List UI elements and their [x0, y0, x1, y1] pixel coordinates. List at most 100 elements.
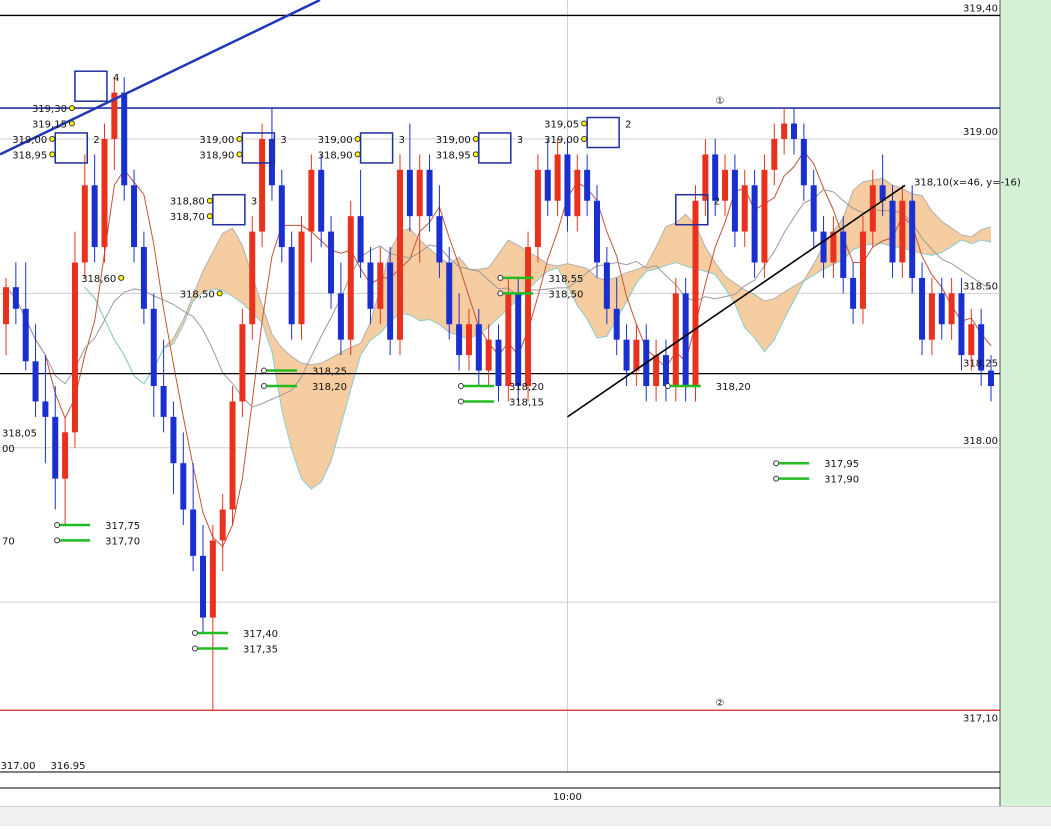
- candle-body[interactable]: [170, 416, 177, 464]
- candle-body[interactable]: [722, 169, 729, 201]
- candle-body[interactable]: [298, 231, 305, 325]
- candle-body[interactable]: [623, 339, 630, 371]
- candle-body[interactable]: [180, 463, 187, 510]
- candle-body[interactable]: [653, 355, 660, 386]
- candle-body[interactable]: [328, 231, 335, 294]
- candle-body[interactable]: [367, 262, 374, 309]
- candle-body[interactable]: [840, 231, 847, 278]
- candle-body[interactable]: [22, 308, 29, 362]
- candle-body[interactable]: [190, 509, 197, 556]
- candle-body[interactable]: [702, 154, 709, 201]
- candle-body[interactable]: [259, 138, 266, 232]
- candle-body[interactable]: [42, 401, 49, 417]
- candle-body[interactable]: [456, 324, 463, 356]
- candle-body[interactable]: [150, 308, 157, 386]
- candle-body[interactable]: [278, 185, 285, 248]
- candle-body[interactable]: [889, 200, 896, 263]
- candle-body[interactable]: [544, 169, 551, 201]
- candle-body[interactable]: [387, 262, 394, 340]
- candle-body[interactable]: [337, 293, 344, 340]
- candle-body[interactable]: [899, 200, 906, 263]
- candle-body[interactable]: [515, 293, 522, 386]
- candle-body[interactable]: [318, 169, 325, 232]
- candle-body[interactable]: [781, 123, 788, 139]
- candle-body[interactable]: [712, 154, 719, 201]
- candle-body[interactable]: [416, 169, 423, 217]
- candle-body[interactable]: [682, 293, 689, 386]
- candle-body[interactable]: [12, 287, 19, 309]
- candle-body[interactable]: [771, 138, 778, 170]
- candle-body[interactable]: [131, 185, 138, 248]
- candle-body[interactable]: [397, 169, 403, 340]
- candle-body[interactable]: [800, 138, 807, 186]
- candle-body[interactable]: [81, 185, 88, 263]
- candle-body[interactable]: [662, 355, 669, 386]
- candle-body[interactable]: [948, 293, 955, 325]
- candle-body[interactable]: [731, 169, 738, 232]
- candle-body[interactable]: [909, 200, 916, 278]
- candle-body[interactable]: [751, 185, 758, 263]
- candle-body[interactable]: [495, 339, 502, 386]
- candle-body[interactable]: [347, 216, 354, 340]
- candle-body[interactable]: [938, 293, 945, 325]
- candle-body[interactable]: [820, 231, 827, 263]
- candle-body[interactable]: [988, 370, 994, 386]
- level-dot: [206, 213, 213, 220]
- candle-body[interactable]: [3, 287, 9, 325]
- candlestick-chart[interactable]: ① ② 318,10(x=46, y=-16) 319,30 319,15 319,00 3…: [0, 0, 1051, 825]
- candle-body[interactable]: [810, 185, 817, 232]
- candle-body[interactable]: [426, 169, 433, 217]
- candle-body[interactable]: [62, 432, 69, 479]
- candle-body[interactable]: [603, 262, 610, 309]
- candle-body[interactable]: [200, 555, 206, 618]
- candle-body[interactable]: [475, 324, 482, 371]
- candle-body[interactable]: [229, 401, 236, 510]
- candle-body[interactable]: [791, 123, 797, 139]
- candle-body[interactable]: [377, 262, 384, 309]
- candle-body[interactable]: [692, 200, 699, 386]
- candle-body[interactable]: [91, 185, 98, 248]
- candle-body[interactable]: [525, 247, 532, 386]
- candle-body[interactable]: [121, 92, 128, 186]
- candle-body[interactable]: [219, 509, 226, 541]
- candle-body[interactable]: [919, 277, 926, 340]
- candle-body[interactable]: [288, 247, 295, 325]
- candle-body[interactable]: [761, 169, 768, 263]
- candle-body[interactable]: [406, 169, 413, 217]
- candle-body[interactable]: [564, 154, 571, 217]
- candle-body[interactable]: [613, 308, 620, 340]
- candle-body[interactable]: [249, 231, 256, 325]
- candle-body[interactable]: [160, 386, 167, 417]
- candle-body[interactable]: [958, 293, 965, 356]
- candle-body[interactable]: [71, 262, 78, 433]
- bottom-left-label: 317.00: [1, 761, 36, 772]
- candle-body[interactable]: [209, 540, 216, 618]
- level-dot: [260, 383, 267, 389]
- candle-body[interactable]: [505, 293, 512, 386]
- candle-body[interactable]: [436, 216, 443, 263]
- candle-body[interactable]: [239, 324, 246, 402]
- candle-body[interactable]: [672, 293, 679, 386]
- candle-body[interactable]: [308, 169, 315, 232]
- candle-body[interactable]: [52, 416, 59, 479]
- candle-body[interactable]: [633, 339, 640, 371]
- candle-body[interactable]: [928, 293, 935, 340]
- horizontal-scrollbar[interactable]: [0, 806, 1051, 826]
- candle-body[interactable]: [465, 324, 472, 356]
- candle-body[interactable]: [534, 169, 541, 248]
- candle-body[interactable]: [485, 339, 492, 371]
- candle-body[interactable]: [101, 138, 108, 248]
- candle-body[interactable]: [968, 324, 975, 356]
- candle-body[interactable]: [850, 277, 857, 309]
- candle-body[interactable]: [554, 154, 561, 201]
- candle-body[interactable]: [32, 361, 39, 402]
- candle-body[interactable]: [584, 169, 591, 201]
- candle-body[interactable]: [574, 169, 581, 217]
- candle-body[interactable]: [446, 262, 453, 325]
- candle-body[interactable]: [594, 200, 600, 263]
- candle-body[interactable]: [357, 216, 364, 263]
- candle-body[interactable]: [741, 185, 748, 232]
- candle-body[interactable]: [140, 247, 147, 309]
- candle-body[interactable]: [859, 231, 866, 309]
- level-dot: [68, 120, 75, 127]
